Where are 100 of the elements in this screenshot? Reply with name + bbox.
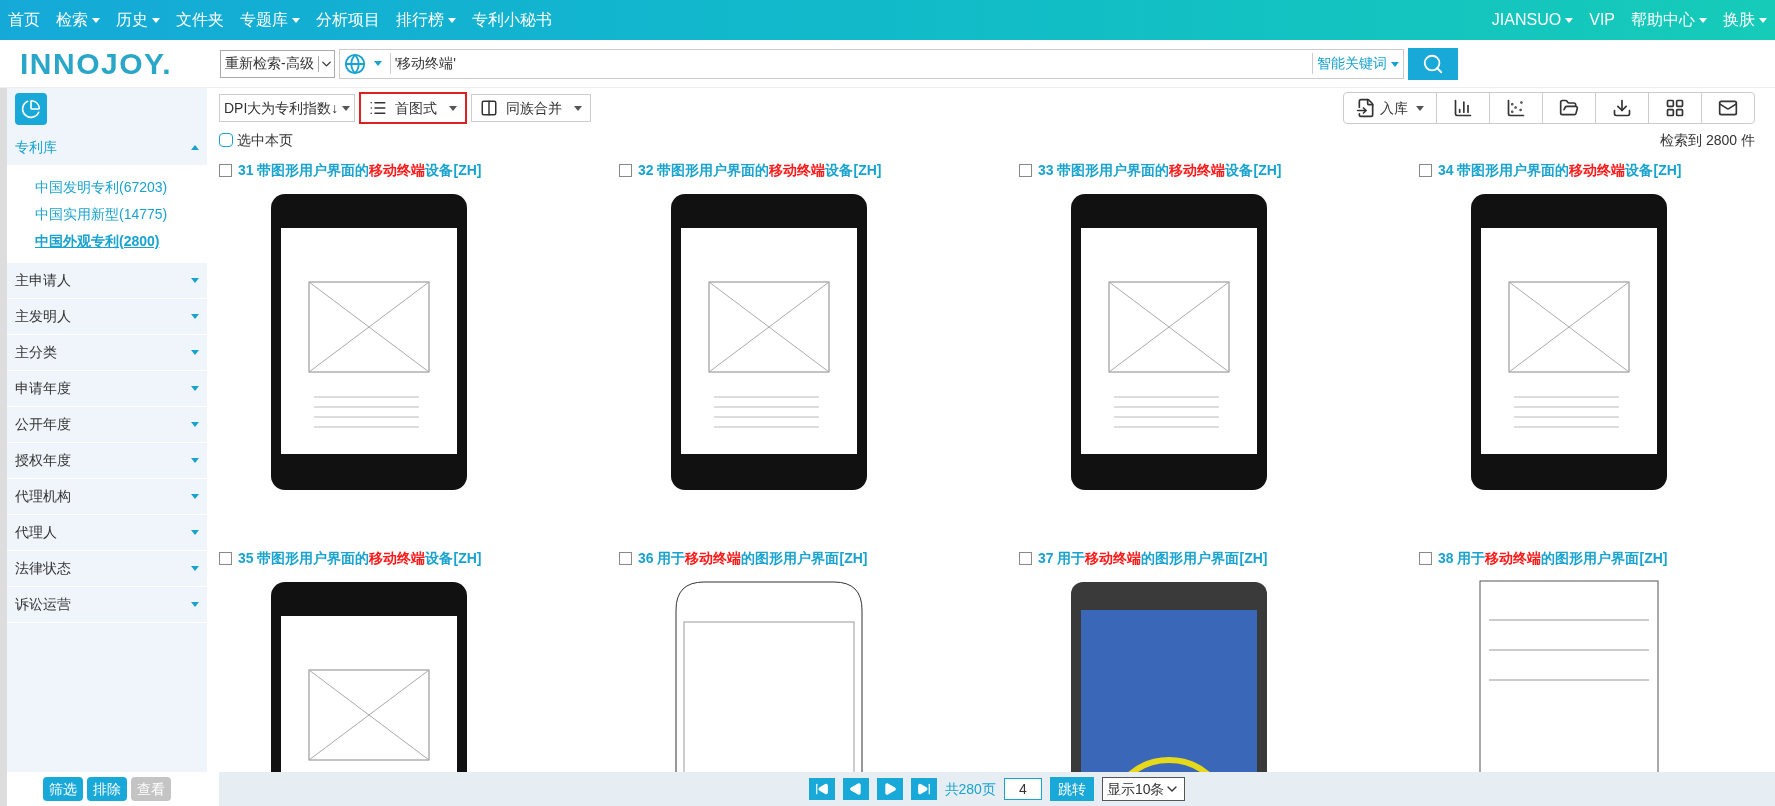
pager-arrow-icon (916, 782, 931, 796)
caret-icon (1699, 18, 1707, 24)
caret-icon (191, 530, 199, 535)
caret-icon (191, 350, 199, 355)
smart-keyword-dropdown[interactable]: 智能关键词 (1311, 53, 1403, 74)
family-merge-dropdown[interactable]: 同族合并 (471, 94, 592, 122)
caret-icon (191, 386, 199, 391)
checkbox[interactable] (219, 163, 232, 177)
caret-icon (191, 602, 199, 607)
filter-section-header[interactable]: 代理人 (7, 515, 207, 551)
caret-icon (1565, 18, 1574, 24)
nav-link[interactable]: 专题库 (240, 8, 300, 32)
caret-icon (342, 105, 351, 111)
caret-icon (1390, 61, 1399, 67)
caret-icon (191, 494, 199, 499)
view-mode-dropdown[interactable]: 首图式 (359, 92, 468, 124)
result-title-link[interactable]: 38 用于移动终端的图形用户界面[ZH] (1438, 547, 1668, 569)
nav-link[interactable]: 换肤 (1723, 8, 1767, 32)
filter-section-header[interactable]: 主发明人 (7, 299, 207, 335)
filter-section-header[interactable]: 诉讼运营 (7, 587, 207, 623)
caret-icon (373, 61, 382, 66)
database-link[interactable]: 中国实用新型(14775) (7, 201, 207, 228)
toolbar-icon (1665, 98, 1685, 118)
caret-icon (191, 145, 199, 150)
pager-arrow-icon (848, 782, 863, 796)
toolbar-icon (1718, 98, 1738, 118)
caret-icon (1759, 18, 1767, 24)
toolbar-icon (1453, 98, 1473, 118)
checkbox[interactable] (1419, 163, 1432, 177)
page-input[interactable]: 4 (1003, 778, 1042, 800)
search-field[interactable]: '移动终端' 智能关键词 (338, 48, 1404, 79)
caret-icon (191, 314, 199, 319)
caret-icon (92, 18, 100, 24)
caret-icon (191, 566, 199, 571)
logo: INNOJOY. (20, 47, 173, 80)
result-title-link[interactable]: 36 用于移动终端的图形用户界面[ZH] (638, 547, 868, 569)
sort-dropdown[interactable]: DPI大为专利指数↓ (219, 94, 356, 122)
result-count: 检索到 2800 件 (1660, 130, 1755, 150)
result-title-link[interactable]: 33 带图形用户界面的移动终端设备[ZH] (1038, 159, 1282, 181)
pager-arrow-icon (814, 782, 829, 796)
database-link[interactable]: 中国发明专利(67203) (7, 174, 207, 201)
caret-icon (152, 18, 160, 24)
nav-link[interactable]: 专利小秘书 (472, 8, 552, 32)
filter-section-header[interactable]: 法律状态 (7, 551, 207, 587)
go-button[interactable]: 跳转 (1049, 777, 1094, 801)
search-icon (1421, 52, 1444, 75)
database-link[interactable]: 中国外观专利(2800) (7, 228, 207, 255)
page-total: 共280页 (944, 779, 996, 799)
toolbar-icon (1612, 98, 1632, 118)
nav-link[interactable]: 首页 (8, 8, 40, 32)
globe-icon (343, 52, 366, 75)
nav-link[interactable]: 检索 (56, 8, 100, 32)
checkbox[interactable] (619, 163, 632, 177)
filter-section-header[interactable]: 主申请人 (7, 263, 207, 299)
pie-chart-icon (21, 99, 41, 119)
checkbox[interactable] (219, 133, 233, 147)
toolbar-icon (1559, 98, 1579, 118)
result-title-link[interactable]: 37 用于移动终端的图形用户界面[ZH] (1038, 547, 1268, 569)
query-text: '移动终端' (389, 53, 1312, 74)
filter-section-header[interactable]: 授权年度 (7, 443, 207, 479)
pager-button[interactable] (808, 778, 835, 800)
filter-section-header[interactable]: 主分类 (7, 335, 207, 371)
filter-section-header[interactable]: 公开年度 (7, 407, 207, 443)
pager-button[interactable] (876, 778, 903, 800)
result-title-link[interactable]: 34 带图形用户界面的移动终端设备[ZH] (1438, 159, 1682, 181)
filter-section-header[interactable]: 代理机构 (7, 479, 207, 515)
caret-icon (449, 105, 458, 111)
checkbox[interactable] (1019, 551, 1032, 565)
caret-icon (191, 422, 199, 427)
search-mode-select[interactable]: 重新检索-高级 (220, 49, 335, 78)
checkbox[interactable] (1019, 163, 1032, 177)
caret-icon (448, 18, 456, 24)
checkbox[interactable] (619, 551, 632, 565)
nav-link[interactable]: 排行榜 (396, 8, 456, 32)
result-title-link[interactable]: 31 带图形用户界面的移动终端设备[ZH] (238, 159, 482, 181)
import-button[interactable]: 入库 (1344, 93, 1437, 123)
pager-button[interactable] (842, 778, 869, 800)
nav-link[interactable]: VIP (1589, 8, 1615, 32)
page-size-select[interactable]: 显示10条 (1101, 777, 1186, 801)
result-title-link[interactable]: 32 带图形用户界面的移动终端设备[ZH] (638, 159, 882, 181)
caret-icon (191, 458, 199, 463)
pager-arrow-icon (882, 782, 897, 796)
stats-button[interactable] (15, 93, 47, 125)
caret-icon (292, 18, 300, 24)
checkbox[interactable] (1419, 551, 1432, 565)
nav-link[interactable]: 分析项目 (316, 8, 380, 32)
checkbox[interactable] (219, 551, 232, 565)
caret-icon (191, 278, 199, 283)
search-button[interactable] (1407, 47, 1458, 80)
sidebar-action-button[interactable]: 排除 (87, 777, 127, 801)
nav-link[interactable]: JIANSUO (1491, 8, 1574, 32)
result-title-link[interactable]: 35 带图形用户界面的移动终端设备[ZH] (238, 547, 482, 569)
nav-link[interactable]: 文件夹 (176, 8, 224, 32)
toolbar-icon (1506, 98, 1526, 118)
nav-link[interactable]: 帮助中心 (1631, 8, 1707, 32)
pager-button[interactable] (910, 778, 937, 800)
sidebar-action-button[interactable]: 筛选 (43, 777, 83, 801)
list-icon (369, 99, 388, 117)
nav-link[interactable]: 历史 (116, 8, 160, 32)
filter-section-header[interactable]: 申请年度 (7, 371, 207, 407)
